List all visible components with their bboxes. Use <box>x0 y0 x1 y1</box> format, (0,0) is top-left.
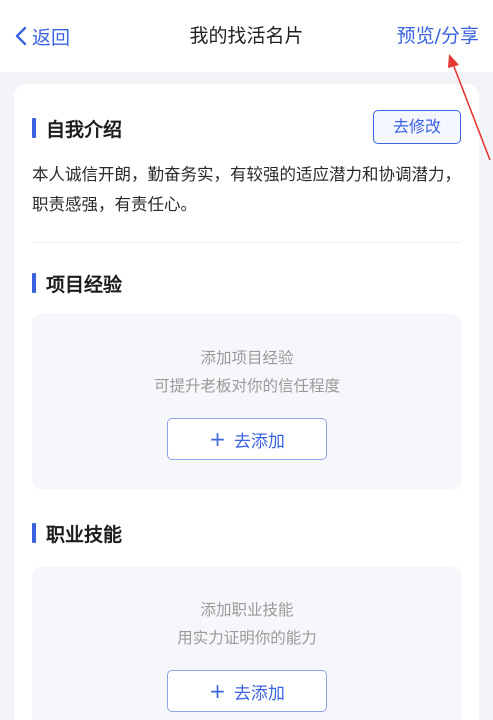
profile-card: 自我介绍 去修改 本人诚信开朗，勤奋务实，有较强的适应潜力和协调潜力，职责感强，… <box>14 84 479 720</box>
chevron-left-icon <box>14 26 28 46</box>
experience-empty-hint: 可提升老板对你的信任程度 <box>153 377 340 395</box>
skills-empty-state: 添加职业技能 用实力证明你的能力 + 去添加 <box>32 566 462 720</box>
section-divider <box>32 242 461 243</box>
experience-section-title: 项目经验 <box>46 273 123 296</box>
plus-icon: + <box>209 679 226 703</box>
skills-section-title: 职业技能 <box>46 523 123 546</box>
back-button[interactable]: 返回 <box>14 22 70 50</box>
experience-empty-title: 添加项目经验 <box>200 349 294 367</box>
section-accent-bar <box>32 118 36 138</box>
back-label: 返回 <box>32 26 71 49</box>
skills-empty-hint: 用实力证明你的能力 <box>177 629 317 647</box>
plus-icon: + <box>209 427 226 451</box>
add-skill-button[interactable]: + 去添加 <box>167 670 327 712</box>
intro-section-header: 自我介绍 <box>32 114 122 142</box>
experience-empty-state: 添加项目经验 可提升老板对你的信任程度 + 去添加 <box>32 314 462 490</box>
screen: 返回 我的找活名片 预览/分享 自我介绍 去修改 本人诚信开朗，勤奋务实，有较强… <box>0 0 493 720</box>
preview-share-button[interactable]: 预览/分享 <box>397 22 479 50</box>
skills-section-header: 职业技能 <box>32 519 122 547</box>
add-experience-label: 去添加 <box>233 431 285 452</box>
skills-empty-title: 添加职业技能 <box>200 601 294 619</box>
intro-section-title: 自我介绍 <box>46 118 123 141</box>
navigation-bar: 返回 我的找活名片 预览/分享 <box>0 0 493 72</box>
intro-text: 本人诚信开朗，勤奋务实，有较强的适应潜力和协调潜力，职责感强，有责任心。 <box>32 165 461 214</box>
add-experience-button[interactable]: + 去添加 <box>167 418 327 460</box>
add-skill-label: 去添加 <box>233 683 285 704</box>
section-accent-bar <box>32 523 36 543</box>
section-accent-bar <box>32 273 36 293</box>
experience-section-header: 项目经验 <box>32 269 122 297</box>
page-title: 我的找活名片 <box>189 25 304 47</box>
annotation-arrow-icon <box>448 54 491 161</box>
